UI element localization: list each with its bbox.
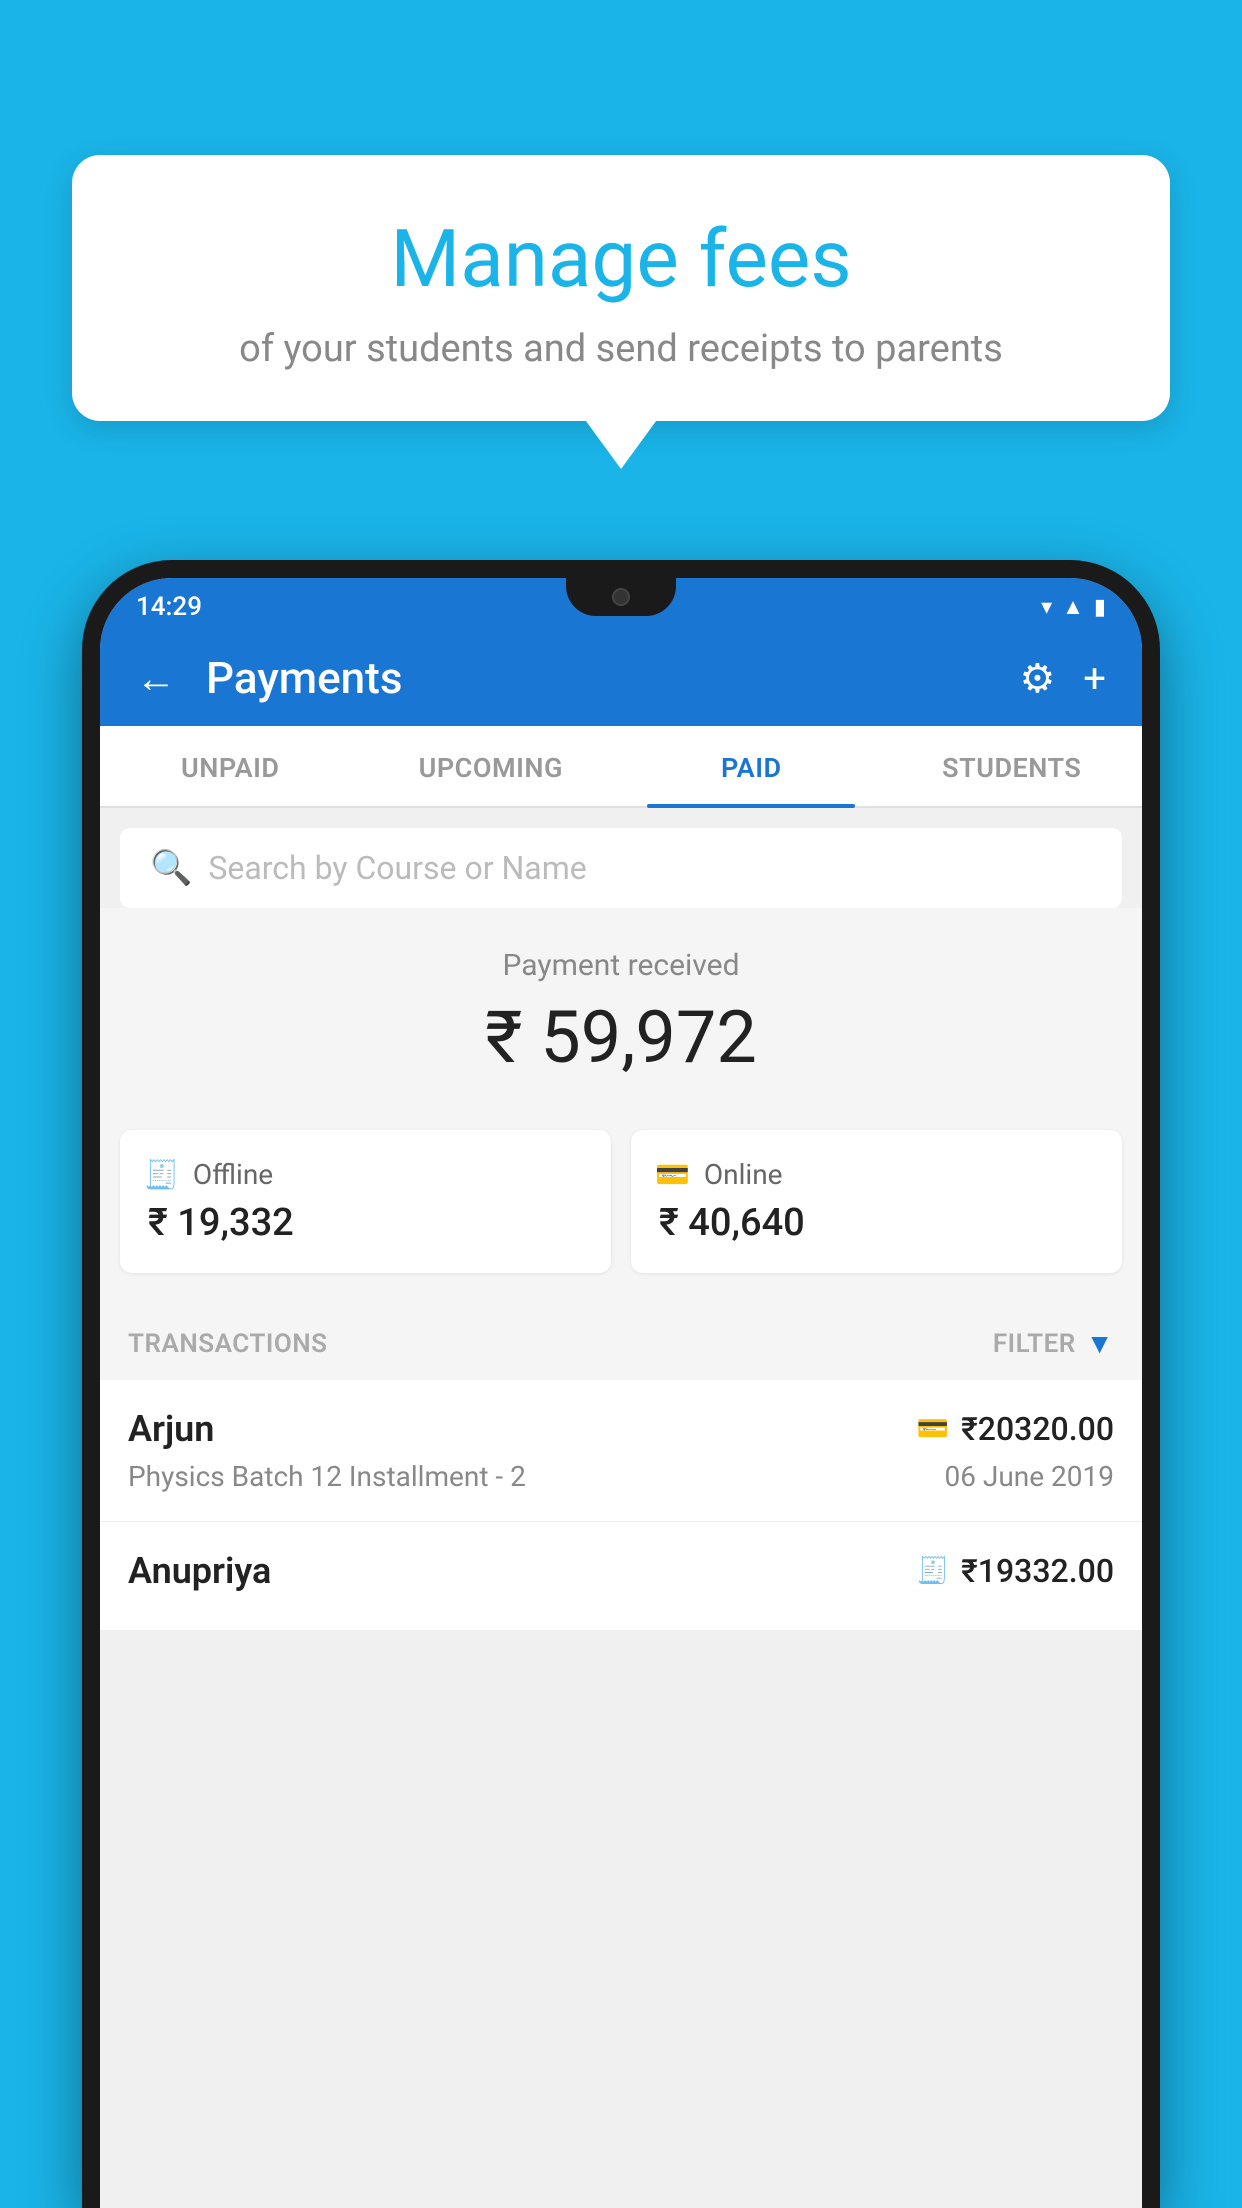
battery-icon: ▮ [1094,595,1106,620]
transaction-name-1: Arjun [128,1408,214,1450]
tab-students[interactable]: STUDENTS [882,726,1143,806]
search-input[interactable]: Search by Course or Name [208,849,1092,887]
tabs-bar: UNPAID UPCOMING PAID STUDENTS [100,726,1142,808]
status-bar: 14:29 ▾ ▲ ▮ [100,578,1142,630]
online-card-header: 💳 Online [655,1158,1098,1191]
offline-label: Offline [193,1158,273,1191]
transaction-amount-1: ₹20320.00 [961,1410,1114,1448]
tab-paid[interactable]: PAID [621,726,882,806]
status-time: 14:29 [136,592,202,622]
header-actions: ⚙ + [1019,655,1106,702]
transaction-name-2: Anupriya [128,1550,271,1592]
tab-upcoming[interactable]: UPCOMING [361,726,622,806]
payment-cards: 🧾 Offline ₹ 19,332 💳 Online ₹ 40,640 [100,1110,1142,1303]
speech-bubble-title: Manage fees [122,215,1120,303]
transaction-top-2: Anupriya 🧾 ₹19332.00 [128,1550,1114,1592]
settings-icon[interactable]: ⚙ [1019,655,1055,702]
online-amount: ₹ 40,640 [655,1201,1098,1245]
table-row[interactable]: Anupriya 🧾 ₹19332.00 [100,1522,1142,1631]
offline-amount: ₹ 19,332 [144,1201,587,1245]
content-area: 🔍 Search by Course or Name Payment recei… [100,808,1142,2208]
tab-unpaid[interactable]: UNPAID [100,726,361,806]
search-container[interactable]: 🔍 Search by Course or Name [120,828,1122,908]
transaction-top-1: Arjun 💳 ₹20320.00 [128,1408,1114,1450]
offline-payment-icon-2: 🧾 [917,1556,949,1586]
add-icon[interactable]: + [1083,655,1106,702]
transaction-amount-2: ₹19332.00 [961,1552,1114,1590]
filter-icon: ▼ [1086,1327,1114,1360]
speech-bubble-card: Manage fees of your students and send re… [72,155,1170,421]
transactions-header: TRANSACTIONS FILTER ▼ [100,1303,1142,1380]
camera-dot [612,588,630,606]
offline-card-header: 🧾 Offline [144,1158,587,1191]
status-icons: ▾ ▲ ▮ [1041,594,1106,620]
offline-payment-card: 🧾 Offline ₹ 19,332 [120,1130,611,1273]
online-payment-icon-1: 💳 [917,1414,949,1444]
speech-bubble-subtitle: of your students and send receipts to pa… [122,327,1120,371]
transaction-date-1: 06 June 2019 [944,1460,1114,1493]
phone-frame: 14:29 ▾ ▲ ▮ ← Payments ⚙ + UNPAID UPCOMI… [82,560,1160,2208]
filter-button[interactable]: FILTER ▼ [993,1327,1114,1360]
search-icon: 🔍 [150,848,192,888]
transaction-amount-wrap-1: 💳 ₹20320.00 [917,1410,1114,1448]
wifi-icon: ▾ [1041,595,1052,620]
transactions-label: TRANSACTIONS [128,1329,328,1359]
table-row[interactable]: Arjun 💳 ₹20320.00 Physics Batch 12 Insta… [100,1380,1142,1522]
online-icon: 💳 [655,1158,690,1191]
transaction-amount-wrap-2: 🧾 ₹19332.00 [917,1552,1114,1590]
payment-received-section: Payment received ₹ 59,972 [100,908,1142,1110]
online-label: Online [704,1158,783,1191]
phone-screen: 14:29 ▾ ▲ ▮ ← Payments ⚙ + UNPAID UPCOMI… [100,578,1142,2208]
filter-label: FILTER [993,1329,1076,1359]
page-title: Payments [206,652,989,704]
phone-notch [566,578,676,616]
signal-icon: ▲ [1062,594,1084,620]
app-header: ← Payments ⚙ + [100,630,1142,726]
payment-received-amount: ₹ 59,972 [120,995,1122,1080]
back-button[interactable]: ← [136,655,176,702]
payment-received-label: Payment received [120,948,1122,983]
offline-icon: 🧾 [144,1158,179,1191]
online-payment-card: 💳 Online ₹ 40,640 [631,1130,1122,1273]
transaction-bottom-1: Physics Batch 12 Installment - 2 06 June… [128,1460,1114,1493]
transaction-course-1: Physics Batch 12 Installment - 2 [128,1460,526,1493]
